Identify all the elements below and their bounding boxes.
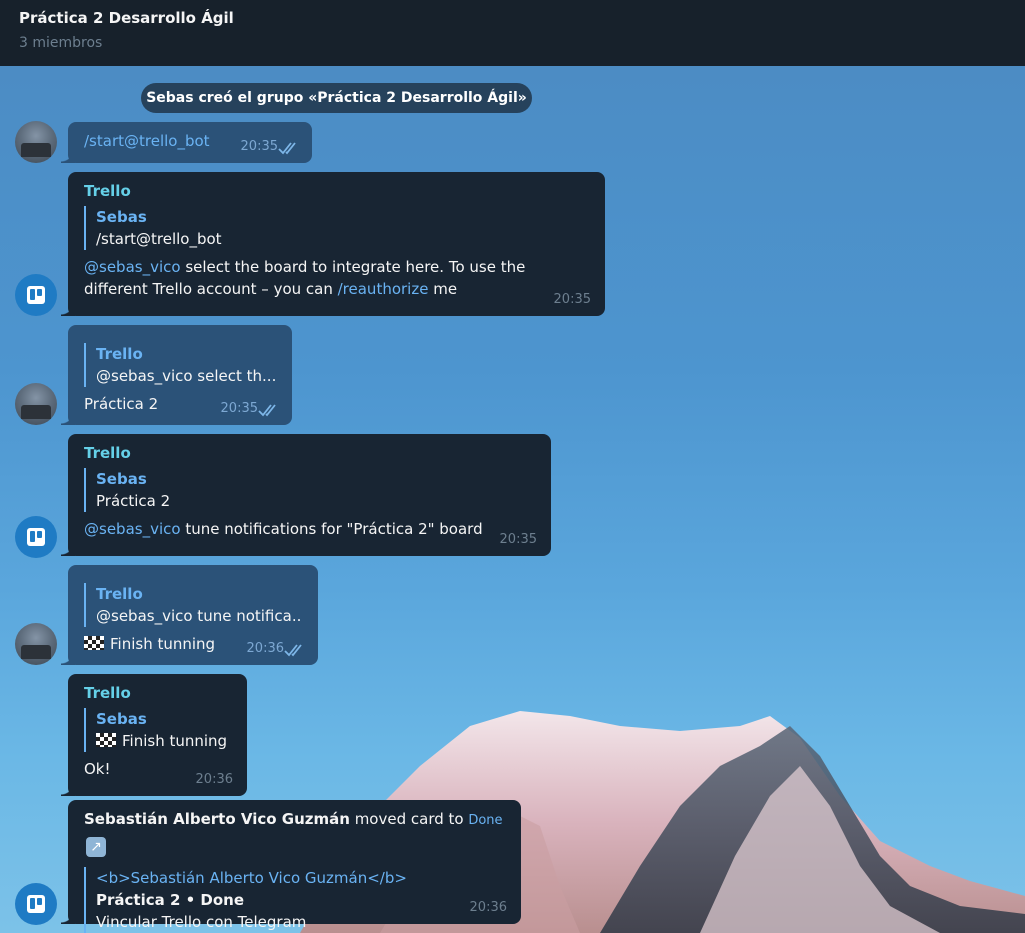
reply-author: Trello — [96, 345, 143, 363]
trello-avatar[interactable] — [15, 883, 57, 925]
arrow-up-right-icon[interactable]: ↗ — [86, 837, 106, 857]
reauthorize-command[interactable]: /reauthorize — [338, 280, 429, 298]
message-time: 20:36 — [469, 900, 507, 915]
mention-link[interactable]: @sebas_vico — [84, 258, 181, 276]
card-title: Vincular Trello con Telegram — [96, 913, 307, 931]
reply-text: @sebas_vico tune notifica... — [96, 607, 302, 625]
chat-header[interactable]: Práctica 2 Desarrollo Ágil 3 miembros — [0, 0, 1025, 66]
message-text: @sebas_vico select the board to integrat… — [84, 258, 526, 298]
reply-quote[interactable]: Sebas Finish tunning — [84, 708, 231, 752]
reply-author: Sebas — [96, 470, 147, 488]
message-bubble-incoming[interactable]: Trello Sebas Práctica 2 @sebas_vico tune… — [61, 434, 551, 556]
trello-logo-icon — [27, 528, 45, 546]
reply-text: Práctica 2 — [96, 492, 171, 510]
reply-text: Finish tunning — [96, 730, 231, 752]
trello-logo-icon — [27, 895, 45, 913]
message-bubble-incoming[interactable]: Trello Sebas /start@trello_bot @sebas_vi… — [61, 172, 605, 316]
reply-text: /start@trello_bot — [96, 230, 222, 248]
quote-line: <b>Sebastián Alberto Vico Guzmán</b> — [96, 869, 407, 887]
user-avatar[interactable] — [15, 623, 57, 665]
message-time: 20:35 — [220, 401, 258, 416]
sender-name[interactable]: Trello — [84, 682, 231, 704]
card-path: Práctica 2 • Done — [96, 891, 245, 909]
trello-logo-icon — [27, 286, 45, 304]
double-check-icon — [284, 644, 302, 657]
reply-quote[interactable]: Sebas Práctica 2 — [84, 468, 535, 512]
chat-area[interactable]: Sebas creó el grupo «Práctica 2 Desarrol… — [0, 66, 1025, 933]
user-avatar[interactable] — [15, 121, 57, 163]
service-message: Sebas creó el grupo «Práctica 2 Desarrol… — [141, 83, 532, 113]
message-bubble-incoming[interactable]: Trello Sebas Finish tunning Ok! 20:36 — [61, 674, 247, 796]
sender-name[interactable]: Trello — [84, 442, 535, 464]
double-check-icon — [278, 142, 296, 155]
done-list-link[interactable]: Done — [468, 813, 502, 828]
reply-quote[interactable]: Trello @sebas_vico tune notifica... — [84, 583, 302, 627]
chat-title[interactable]: Práctica 2 Desarrollo Ágil — [19, 8, 1006, 28]
member-count: 3 miembros — [19, 35, 103, 51]
message-text: Sebastián Alberto Vico Guzmán moved card… — [84, 810, 503, 857]
message-bubble-outgoing[interactable]: /start@trello_bot 20:35 — [61, 122, 312, 163]
double-check-icon — [258, 404, 276, 417]
message-bubble-incoming[interactable]: Sebastián Alberto Vico Guzmán moved card… — [61, 800, 521, 933]
message-time: 20:35 — [499, 532, 537, 547]
reply-author: Sebas — [96, 208, 147, 226]
card-quote[interactable]: <b>Sebastián Alberto Vico Guzmán</b> Prá… — [84, 867, 505, 933]
message-time: 20:35 — [553, 292, 591, 307]
card-actor: Sebastián Alberto Vico Guzmán — [84, 810, 350, 828]
trello-avatar[interactable] — [15, 274, 57, 316]
message-time: 20:36 — [195, 772, 233, 787]
reply-author: Trello — [96, 585, 143, 603]
message-time: 20:36 — [246, 641, 284, 656]
message-time: 20:35 — [240, 139, 278, 154]
reply-quote[interactable]: Sebas /start@trello_bot — [84, 206, 589, 250]
reply-quote[interactable]: Trello @sebas_vico select th... — [84, 343, 276, 387]
checkered-flag-icon — [84, 636, 104, 650]
bot-command[interactable]: /start@trello_bot — [84, 132, 210, 150]
reply-text: @sebas_vico select th... — [96, 367, 276, 385]
sender-name[interactable]: Trello — [84, 180, 589, 202]
mention-link[interactable]: @sebas_vico — [84, 520, 181, 538]
checkered-flag-icon — [96, 733, 116, 747]
message-text: @sebas_vico tune notifications for "Prác… — [84, 520, 483, 538]
message-bubble-outgoing[interactable]: Trello @sebas_vico tune notifica... Fini… — [61, 565, 318, 665]
trello-avatar[interactable] — [15, 516, 57, 558]
message-bubble-outgoing[interactable]: Trello @sebas_vico select th... Práctica… — [61, 325, 292, 425]
user-avatar[interactable] — [15, 383, 57, 425]
reply-author: Sebas — [96, 710, 147, 728]
